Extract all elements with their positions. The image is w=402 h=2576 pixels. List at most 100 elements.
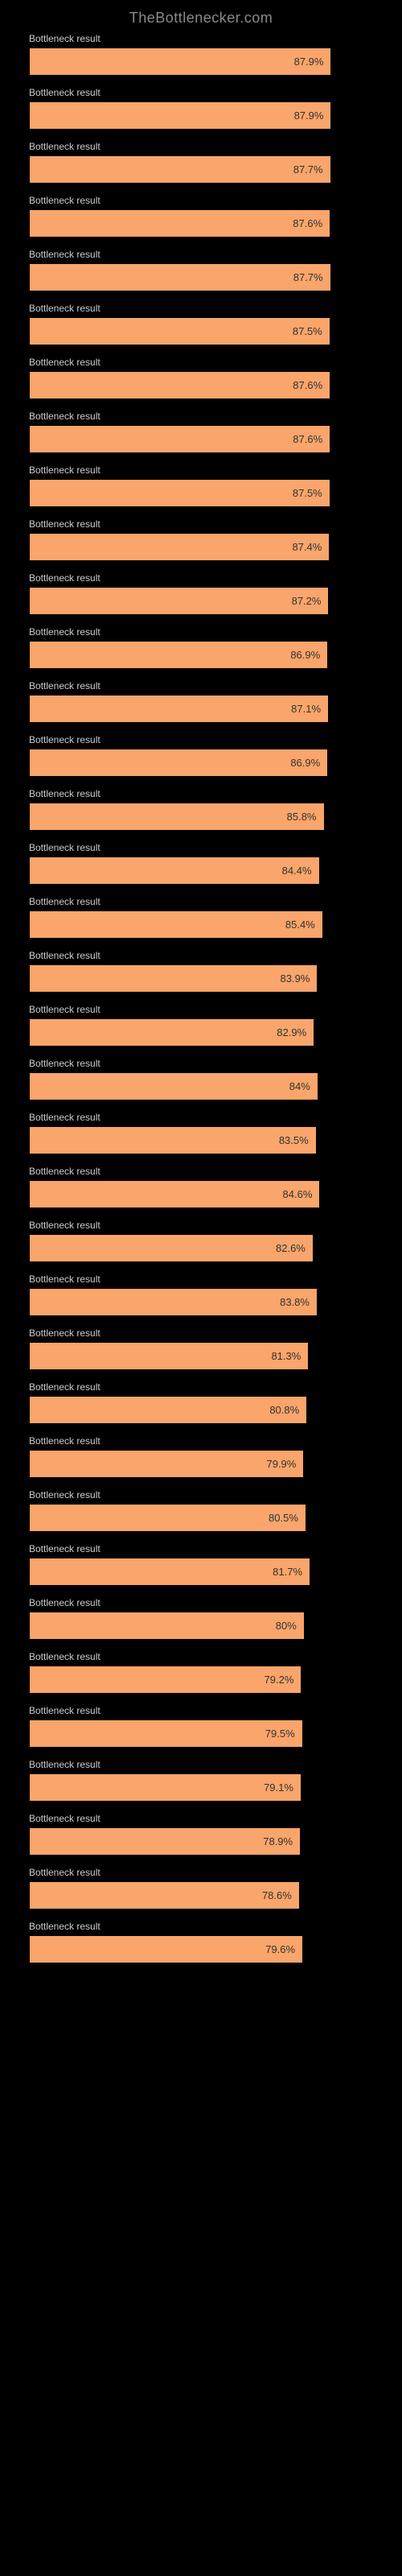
bar-label: Bottleneck result	[29, 734, 373, 745]
bar-value: 83.8%	[280, 1296, 310, 1308]
bar-label: Bottleneck result	[29, 950, 373, 961]
bar-track: 82.6%	[29, 1234, 373, 1262]
bar-group: Bottleneck result80.8%	[29, 1381, 373, 1424]
bar-track: 87.6%	[29, 371, 373, 399]
bar-fill: 87.6%	[30, 426, 330, 452]
bar-label: Bottleneck result	[29, 1112, 373, 1123]
bar-track: 84%	[29, 1072, 373, 1100]
bar-value: 87.7%	[293, 271, 323, 283]
bar-track: 87.6%	[29, 425, 373, 453]
bar-track: 79.2%	[29, 1666, 373, 1694]
bar-label: Bottleneck result	[29, 1921, 373, 1932]
bar-value: 79.9%	[266, 1458, 296, 1470]
bar-track: 79.9%	[29, 1450, 373, 1478]
bar-fill: 87.5%	[30, 318, 330, 345]
bar-value: 87.2%	[292, 595, 322, 607]
bar-value: 87.6%	[293, 433, 322, 445]
bar-label: Bottleneck result	[29, 572, 373, 584]
bar-track: 87.6%	[29, 209, 373, 237]
bar-track: 84.6%	[29, 1180, 373, 1208]
bar-fill: 84.6%	[30, 1181, 319, 1208]
bar-group: Bottleneck result 81.3%	[29, 1327, 373, 1370]
bar-label: Bottleneck result	[29, 842, 373, 853]
bar-value: 87.1%	[291, 703, 321, 715]
bar-label: Bottleneck result	[29, 1058, 373, 1069]
bar-label: Bottleneck result	[29, 1489, 373, 1501]
bar-group: Bottleneck result84.6%	[29, 1166, 373, 1208]
bar-fill: 78.6%	[30, 1882, 299, 1909]
bar-value: 87.7%	[293, 163, 323, 175]
bar-label: Bottleneck result	[29, 1813, 373, 1824]
bar-track: 81.7%	[29, 1558, 373, 1586]
bar-fill: 85.4%	[30, 911, 322, 938]
bar-track: 84.4%	[29, 857, 373, 885]
bar-track: 80.5%	[29, 1504, 373, 1532]
bar-group: Bottleneck result 87.4%	[29, 518, 373, 561]
bar-fill: 81.3%	[30, 1343, 308, 1369]
bar-label: Bottleneck result	[29, 195, 373, 206]
bar-value: 87.4%	[292, 541, 322, 553]
bar-fill: 82.6%	[30, 1235, 313, 1261]
bar-track: 79.5%	[29, 1719, 373, 1748]
bar-value: 87.9%	[294, 109, 324, 122]
bar-value: 83.9%	[281, 972, 310, 985]
bar-label: Bottleneck result	[29, 1597, 373, 1608]
bar-track: 81.3%	[29, 1342, 373, 1370]
bar-group: Bottleneck result 87.2%	[29, 572, 373, 615]
bar-fill: 80%	[30, 1612, 304, 1639]
bar-track: 80.8%	[29, 1396, 373, 1424]
bar-fill: 82.9%	[30, 1019, 314, 1046]
bar-fill: 87.6%	[30, 372, 330, 398]
bar-label: Bottleneck result	[29, 1705, 373, 1716]
bar-group: Bottleneck result 79.9%	[29, 1435, 373, 1478]
bar-fill: 86.9%	[30, 749, 327, 776]
bar-track: 78.6%	[29, 1881, 373, 1909]
bar-label: Bottleneck result	[29, 680, 373, 691]
bar-group: Bottleneck result85.4%	[29, 896, 373, 939]
bar-label: Bottleneck result	[29, 518, 373, 530]
bar-track: 86.9%	[29, 641, 373, 669]
bar-track: 78.9%	[29, 1827, 373, 1856]
bar-track: 87.5%	[29, 479, 373, 507]
bar-group: Bottleneck result 80.5%	[29, 1489, 373, 1532]
bar-fill: 83.5%	[30, 1127, 316, 1154]
bar-value: 79.1%	[264, 1781, 293, 1794]
bar-value: 86.9%	[290, 649, 320, 661]
bar-label: Bottleneck result	[29, 626, 373, 638]
bar-fill: 83.8%	[30, 1289, 317, 1315]
bar-fill: 87.7%	[30, 264, 330, 291]
bar-fill: 86.9%	[30, 642, 327, 668]
bar-track: 85.4%	[29, 910, 373, 939]
bar-value: 87.6%	[293, 379, 322, 391]
bar-group: Bottleneck result78.6%	[29, 1867, 373, 1909]
bar-fill: 87.1%	[30, 696, 328, 722]
bar-fill: 79.2%	[30, 1666, 301, 1693]
bar-fill: 79.5%	[30, 1720, 302, 1747]
bar-value: 87.9%	[294, 56, 324, 68]
bar-value: 86.9%	[290, 757, 320, 769]
bar-group: Bottleneck result87.6%	[29, 411, 373, 453]
bar-fill: 80.8%	[30, 1397, 306, 1423]
bar-value: 78.9%	[263, 1835, 293, 1847]
bar-fill: 85.8%	[30, 803, 324, 830]
bar-group: Bottleneck result79.2%	[29, 1651, 373, 1694]
bar-track: 87.9%	[29, 47, 373, 76]
bar-value: 83.5%	[279, 1134, 309, 1146]
bar-group: Bottleneck result 84.4%	[29, 842, 373, 885]
bar-value: 80.5%	[269, 1512, 298, 1524]
bar-fill: 87.2%	[30, 588, 328, 614]
bar-group: Bottleneck result 84%	[29, 1058, 373, 1100]
bar-group: Bottleneck result 79.5%	[29, 1705, 373, 1748]
bar-value: 82.9%	[277, 1026, 306, 1038]
bar-track: 86.9%	[29, 749, 373, 777]
bar-fill: 87.5%	[30, 480, 330, 506]
bar-track: 87.1%	[29, 695, 373, 723]
bar-group: Bottleneck result 87.6%	[29, 195, 373, 237]
bar-label: Bottleneck result	[29, 1327, 373, 1339]
bar-label: Bottleneck result	[29, 1435, 373, 1447]
bar-value: 87.5%	[293, 325, 322, 337]
bar-track: 87.9%	[29, 101, 373, 130]
bar-fill: 78.9%	[30, 1828, 300, 1855]
bar-fill: 80.5%	[30, 1505, 306, 1531]
bar-label: Bottleneck result	[29, 33, 373, 44]
